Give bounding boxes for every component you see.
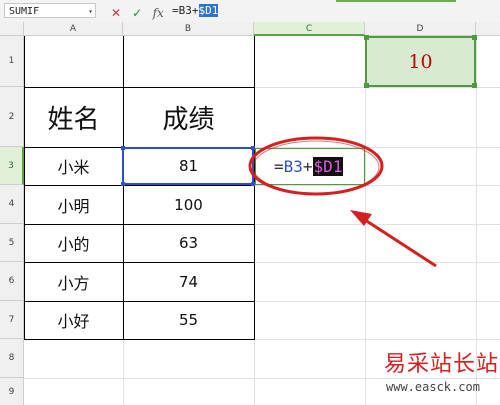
selection-handle <box>121 182 125 186</box>
table-border <box>24 339 255 340</box>
cell-a4[interactable]: 小明 <box>24 185 123 224</box>
column-header-e[interactable] <box>476 22 500 36</box>
row-header-6[interactable]: 6 <box>0 262 24 301</box>
name-box-value: SUMIF <box>9 6 40 17</box>
selection-handle <box>472 35 477 40</box>
cell-d1[interactable]: 10 <box>364 35 477 88</box>
gridline <box>365 36 366 405</box>
row-header-2[interactable]: 2 <box>0 87 24 147</box>
selection-handle <box>364 35 369 40</box>
formula-ref-b3: B3 <box>283 157 303 176</box>
name-box[interactable]: SUMIF ▾ <box>4 3 96 18</box>
table-border <box>254 36 255 339</box>
watermark-logo: 易采站长站 <box>384 352 500 377</box>
formula-bar: SUMIF ▾ ✕ ✓ fx =B3+$D1 <box>0 0 500 23</box>
cell-c3-editing[interactable]: = B3 + $D1 <box>255 148 365 185</box>
select-all-corner[interactable] <box>0 22 24 36</box>
row-header-8[interactable]: 8 <box>0 339 24 378</box>
check-icon[interactable]: ✓ <box>129 4 145 22</box>
column-header-a[interactable]: A <box>24 22 123 36</box>
cell-d1-value: 10 <box>408 50 433 73</box>
cancel-x-icon[interactable]: ✕ <box>108 4 124 22</box>
formula-abs-ref: $D1 <box>198 4 219 17</box>
formula-ref-d1: $D1 <box>312 157 344 176</box>
row-header-4[interactable]: 4 <box>0 185 24 224</box>
cell-b4[interactable]: 100 <box>123 185 254 224</box>
selection-handle <box>364 83 369 88</box>
cell-b5[interactable]: 63 <box>123 224 254 262</box>
gridline <box>24 378 500 379</box>
formula-input[interactable]: =B3+$D1 <box>172 3 496 19</box>
formula-plus: + <box>302 157 313 176</box>
row-header-7[interactable]: 7 <box>0 301 24 339</box>
selection-handle <box>472 83 477 88</box>
b3-reference-highlight <box>121 146 255 186</box>
cell-a6[interactable]: 小方 <box>24 262 123 301</box>
row-header-1[interactable]: 1 <box>0 36 24 87</box>
row-header-5[interactable]: 5 <box>0 224 24 262</box>
fx-icon[interactable]: fx <box>150 4 166 22</box>
formula-equals: = <box>274 157 284 176</box>
formula-actions: ✕ ✓ fx <box>108 2 166 20</box>
column-header-b[interactable]: B <box>123 22 254 36</box>
cell-a3[interactable]: 小米 <box>24 147 123 185</box>
annotation-arrow-shaft <box>361 216 437 268</box>
cell-a2-header-name[interactable]: 姓名 <box>24 87 123 147</box>
selection-handle <box>121 146 125 150</box>
watermark-url: www.easck.com <box>386 380 480 394</box>
cell-a7[interactable]: 小好 <box>24 301 123 339</box>
cell-a5[interactable]: 小的 <box>24 224 123 262</box>
cell-b2-header-score[interactable]: 成绩 <box>123 87 254 147</box>
formula-prefix: =B3+ <box>172 4 199 17</box>
cell-b6[interactable]: 74 <box>123 262 254 301</box>
cell-b7[interactable]: 55 <box>123 301 254 339</box>
chevron-down-icon[interactable]: ▾ <box>88 4 93 19</box>
row-header-3[interactable]: 3 <box>0 147 24 185</box>
column-header-c[interactable]: C <box>254 22 365 36</box>
column-header-d[interactable]: D <box>365 22 476 36</box>
row-header-9[interactable]: 9 <box>0 378 24 405</box>
active-indicator <box>336 0 456 2</box>
